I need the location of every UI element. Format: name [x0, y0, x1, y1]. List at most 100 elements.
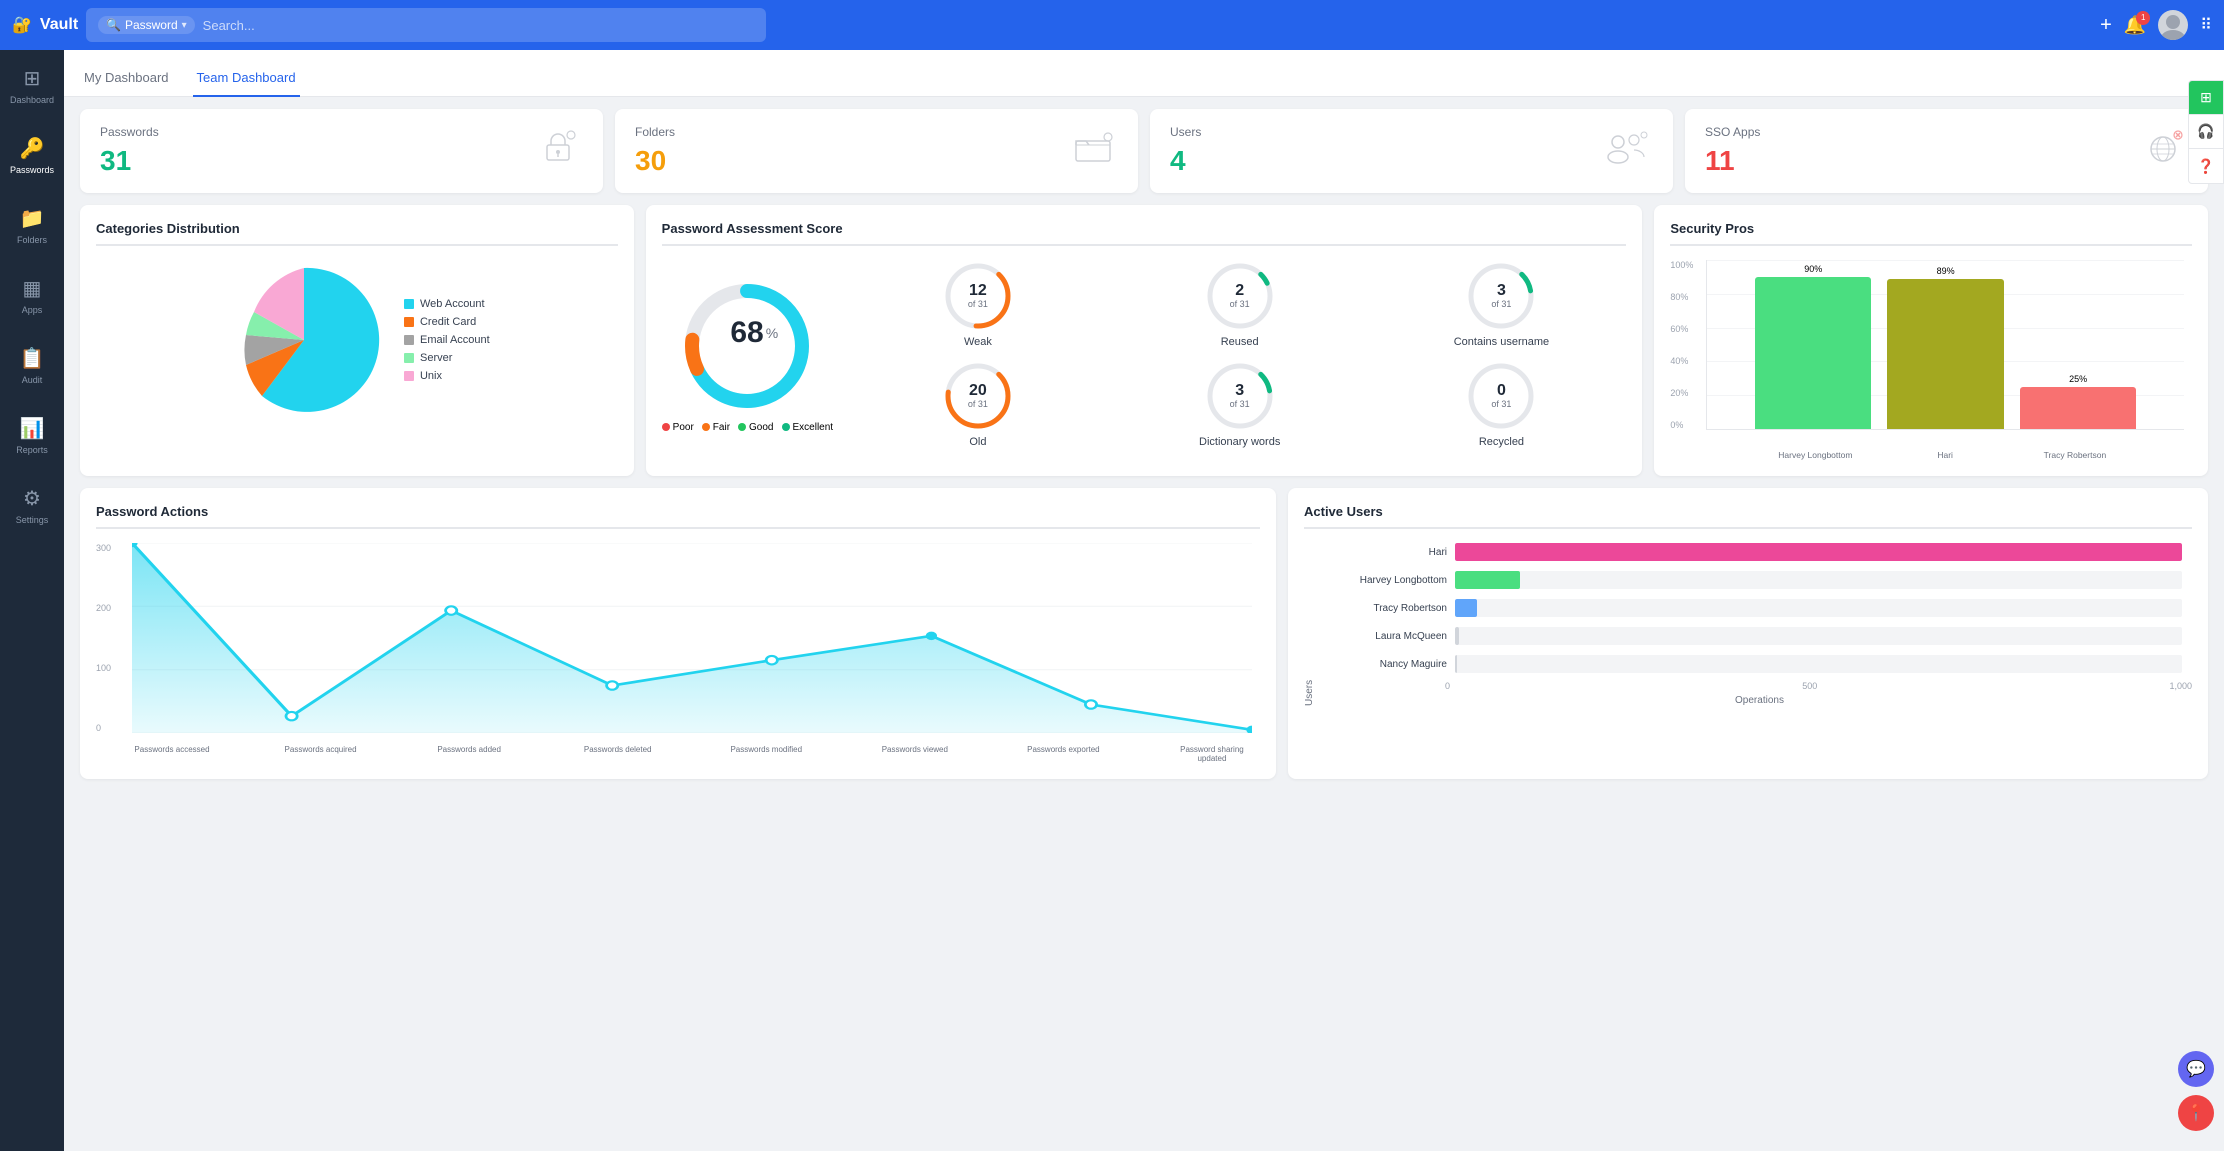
audit-icon: 📋	[20, 346, 45, 371]
reports-icon: 📊	[20, 416, 45, 441]
filter-dropdown-icon[interactable]: ▾	[182, 20, 187, 31]
panel-icon-1: ⊞	[2200, 89, 2212, 106]
metric-center-old: 20 of 31	[968, 383, 988, 409]
svg-text:68: 68	[731, 316, 764, 349]
user-name-nancy: Nancy Maguire	[1337, 659, 1447, 670]
bar-harvey: 90%	[1755, 260, 1871, 429]
search-icon: 🔍	[106, 18, 121, 32]
metric-recycled: 0 of 31 Recycled	[1377, 360, 1627, 448]
h-bar-fill-nancy	[1455, 655, 1457, 673]
metric-denom-recycled: of 31	[1491, 399, 1511, 409]
x-label-deleted: Passwords deleted	[578, 745, 658, 763]
search-bar[interactable]: 🔍 Password ▾	[86, 8, 766, 42]
sidebar-item-dashboard[interactable]: ⊞ Dashboard	[0, 50, 64, 120]
user-name-harvey: Harvey Longbottom	[1337, 575, 1447, 586]
metric-denom-old: of 31	[968, 399, 988, 409]
categories-card: Categories Distribution	[80, 205, 634, 476]
sidebar-label-settings: Settings	[16, 515, 49, 525]
metric-old: 20 of 31 Old	[853, 360, 1103, 448]
sidebar-item-passwords[interactable]: 🔑 Passwords	[0, 120, 64, 190]
sso-value: 11	[1705, 145, 1735, 176]
bar-fill-tracy	[2020, 387, 2136, 429]
h-bar-tracy: Tracy Robertson	[1337, 599, 2182, 617]
active-users-title: Active Users	[1304, 504, 2192, 529]
app-logo: 🔐 Vault	[12, 15, 66, 35]
security-pros-chart: 100% 80% 60% 40% 20% 0%	[1670, 260, 2192, 460]
x-label-modified: Passwords modified	[726, 745, 806, 763]
area-chart-svg	[132, 543, 1252, 733]
sso-card-icon	[2138, 127, 2188, 176]
h-bar-fill-harvey	[1455, 571, 1520, 589]
search-input[interactable]	[203, 18, 754, 33]
panel-green-icon[interactable]: ⊞	[2189, 81, 2223, 115]
users-label: Users	[1170, 125, 1201, 139]
search-filter-pill[interactable]: 🔍 Password ▾	[98, 16, 195, 34]
bar-fill-hari	[1887, 279, 2003, 429]
h-bar-nancy: Nancy Maguire	[1337, 655, 2182, 673]
sidebar-item-settings[interactable]: ⚙ Settings	[0, 470, 64, 540]
h-bar-fill-hari	[1455, 543, 2182, 561]
notifications-button[interactable]: 🔔 1	[2124, 15, 2146, 36]
legend-dot-unix	[404, 371, 414, 381]
metric-num-reused: 2	[1230, 283, 1250, 299]
topbar: 🔐 Vault 🔍 Password ▾ + 🔔 1 ⠿	[0, 0, 2224, 50]
sidebar-item-audit[interactable]: 📋 Audit	[0, 330, 64, 400]
y-label-40: 40%	[1670, 356, 1693, 366]
y-label-0: 0%	[1670, 420, 1693, 430]
legend-label-email: Email Account	[420, 334, 490, 346]
add-button[interactable]: +	[2100, 14, 2112, 37]
h-bar-track-tracy	[1455, 599, 2182, 617]
metric-circle-weak: 12 of 31	[942, 260, 1014, 332]
legend-poor: Poor	[662, 422, 694, 433]
metric-denom-dictionary: of 31	[1230, 399, 1250, 409]
password-actions-chart: 300 200 100 0	[96, 543, 1260, 763]
notification-badge: 1	[2136, 11, 2150, 25]
metric-label-old: Old	[969, 436, 986, 448]
user-avatar[interactable]	[2158, 10, 2188, 40]
sidebar-item-folders[interactable]: 📁 Folders	[0, 190, 64, 260]
metric-num-recycled: 0	[1491, 383, 1511, 399]
metric-circle-username: 3 of 31	[1465, 260, 1537, 332]
sidebar-item-apps[interactable]: ▦ Apps	[0, 260, 64, 330]
legend-label-unix: Unix	[420, 370, 442, 382]
assessment-card: Password Assessment Score 68 %	[646, 205, 1643, 476]
metric-dictionary: 3 of 31 Dictionary words	[1115, 360, 1365, 448]
panel-help-icon[interactable]: ❓	[2189, 149, 2223, 183]
content-area: Passwords 31 Folders 30	[64, 97, 2224, 1151]
legend-server: Server	[404, 352, 490, 364]
metric-label-weak: Weak	[964, 336, 992, 348]
h-bar-fill-laura	[1455, 627, 1459, 645]
security-pros-title: Security Pros	[1670, 221, 2192, 246]
x-label-sharing: Password sharing updated	[1172, 745, 1252, 763]
legend-dot-web	[404, 299, 414, 309]
location-button[interactable]: 📍	[2178, 1095, 2214, 1131]
dashboard-icon: ⊞	[24, 66, 41, 91]
stat-card-users: Users 4	[1150, 109, 1673, 193]
passwords-label: Passwords	[100, 125, 159, 139]
metrics-grid: 12 of 31 Weak	[853, 260, 1626, 448]
tab-my-dashboard[interactable]: My Dashboard	[80, 60, 173, 97]
chat-button[interactable]: 💬	[2178, 1051, 2214, 1087]
passwords-value: 31	[100, 145, 131, 176]
users-value: 4	[1170, 145, 1186, 176]
h-bar-laura: Laura McQueen	[1337, 627, 2182, 645]
topbar-actions: + 🔔 1 ⠿	[2100, 10, 2212, 40]
label-excellent: Excellent	[793, 422, 834, 433]
chat-icon: 💬	[2186, 1059, 2206, 1079]
x-tick-1000: 1,000	[2169, 681, 2192, 691]
pie-legend: Web Account Credit Card Email Account	[404, 298, 490, 382]
stat-card-folders: Folders 30	[615, 109, 1138, 193]
h-bar-track-laura	[1455, 627, 2182, 645]
panel-headset-icon[interactable]: 🎧	[2189, 115, 2223, 149]
metric-reused: 2 of 31 Reused	[1115, 260, 1365, 348]
tab-team-dashboard[interactable]: Team Dashboard	[193, 60, 300, 97]
bar-label-harvey: 90%	[1804, 264, 1822, 274]
folders-label: Folders	[635, 125, 675, 139]
folders-card-icon	[1068, 127, 1118, 176]
stat-card-passwords: Passwords 31	[80, 109, 603, 193]
folders-icon: 📁	[20, 206, 45, 231]
apps-grid-button[interactable]: ⠿	[2200, 15, 2212, 35]
metric-circle-recycled: 0 of 31	[1465, 360, 1537, 432]
passwords-card-icon	[533, 127, 583, 176]
sidebar-item-reports[interactable]: 📊 Reports	[0, 400, 64, 470]
